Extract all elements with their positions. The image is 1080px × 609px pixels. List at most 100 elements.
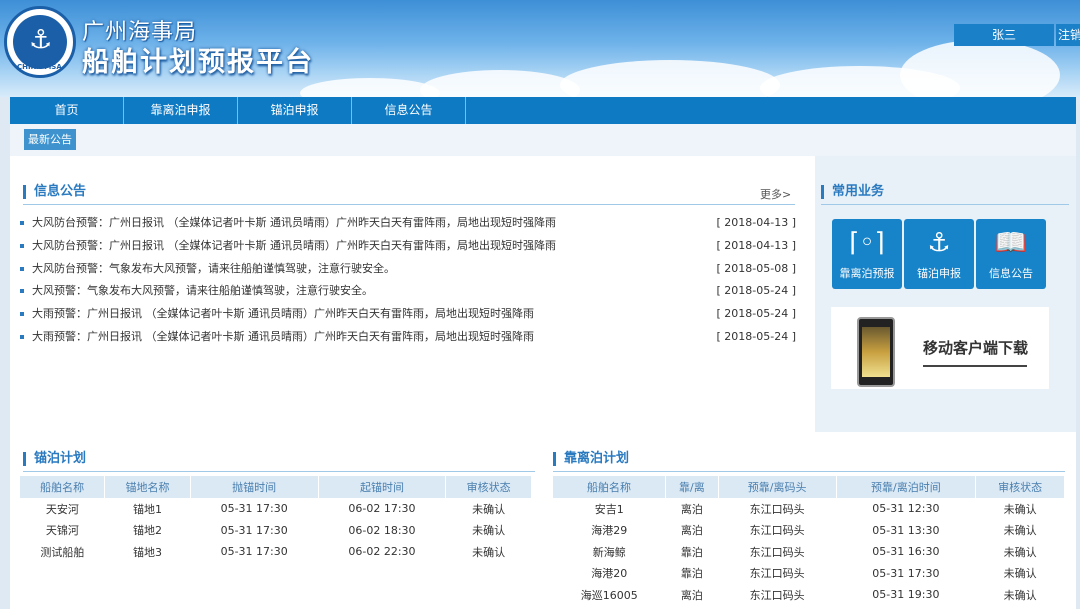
app-download-text: 移动客户端下载 [923,339,1029,357]
services-panel: 常用业务 ⌈◦⌉ 靠离泊预报 ⚓ 锚泊申报 📖 信息公告 移动客户端下载 [815,156,1076,432]
column-header: 预靠/离码头 [718,476,837,498]
table-cell: 05-31 17:30 [220,502,288,516]
table-cell: 东江口码头 [749,524,805,538]
main-nav: 首页 靠离泊申报 锚泊申报 信息公告 [10,97,1076,124]
sub-bar: 最新公告 [10,124,1076,156]
user-name[interactable]: 张三 [954,24,1054,46]
table-cell: 未确认 [472,502,506,516]
table-cell: 新海鲸 [592,545,626,559]
bullet-icon [20,243,24,248]
table-row[interactable]: 天安河 锚地1 05-31 17:30 06-02 17:30 未确认 [20,498,532,520]
service-berth-forecast[interactable]: ⌈◦⌉ 靠离泊预报 [832,219,902,289]
news-text: 大风防台预警：气象发布大风预警，请来往船舶谨慎驾驶，注意行驶安全。 [32,261,395,275]
table-cell: 未确认 [472,545,506,559]
msa-logo: ⚓ CHINA MSA [4,6,76,78]
column-header: 审核状态 [975,476,1065,498]
table-cell: 锚地3 [132,545,162,559]
table-cell: 天安河 [45,502,79,516]
news-item[interactable]: 大风防台预警：广州日报讯 （全媒体记者叶卡斯 通讯员晴雨）广州昨天白天有雷阵雨，… [20,235,796,257]
berth-icon: ⌈◦⌉ [849,228,885,258]
service-anchor-declare[interactable]: ⚓ 锚泊申报 [904,219,974,289]
news-item[interactable]: 大雨预警：广州日报讯 （全媒体记者叶卡斯 通讯员晴雨）广州昨天白天有雷阵雨，局地… [20,303,796,325]
nav-home[interactable]: 首页 [10,97,124,124]
news-section-title: 信息公告 [23,185,86,199]
cloud-decoration [900,40,1060,97]
divider [23,204,795,205]
header-banner: ⚓ CHINA MSA 广州海事局 船舶计划预报平台 张三 注销 [0,0,1080,97]
news-text: 大风防台预警：广州日报讯 （全媒体记者叶卡斯 通讯员晴雨）广州昨天白天有雷阵雨，… [32,216,556,229]
service-label: 锚泊申报 [917,267,961,280]
table-row[interactable]: 海港29 离泊 东江口码头 05-31 13:30 未确认 [553,520,1065,542]
phone-icon [857,317,895,387]
table-cell: 海港20 [591,567,628,581]
anchor-plan-title: 锚泊计划 [23,452,86,466]
logo-emblem: ⚓ [13,15,67,69]
column-header: 起锚时间 [318,476,447,498]
table-cell: 05-31 13:30 [872,523,940,537]
table-cell: 未确认 [1003,567,1037,581]
table-cell: 离泊 [680,524,703,538]
column-header: 船舶名称 [553,476,666,498]
table-cell: 06-02 18:30 [348,523,416,537]
table-cell: 海巡16005 [580,588,638,602]
platform-title: 船舶计划预报平台 [82,47,314,78]
table-cell: 未确认 [1003,588,1037,602]
news-date: [ 2018-05-08 ] [716,261,796,275]
news-item[interactable]: 大风防台预警：气象发布大风预警，请来往船舶谨慎驾驶，注意行驶安全。 [ 2018-… [20,258,796,280]
table-cell: 东江口码头 [749,502,805,516]
nav-announcements[interactable]: 信息公告 [352,97,466,124]
tab-latest-news[interactable]: 最新公告 [24,129,76,150]
table-cell: 05-31 17:30 [220,523,288,537]
table-cell: 测试船舶 [40,545,85,559]
nav-anchor-declare[interactable]: 锚泊申报 [238,97,352,124]
table-cell: 东江口码头 [749,588,805,602]
news-date: [ 2018-05-24 ] [716,330,796,343]
table-cell: 东江口码头 [749,545,805,559]
table-cell: 05-31 17:30 [872,566,940,580]
table-cell: 未确认 [1003,524,1037,538]
news-date: [ 2018-04-13 ] [716,216,796,229]
news-date: [ 2018-05-24 ] [716,284,796,298]
table-cell: 离泊 [680,502,703,516]
more-link[interactable]: 更多> [760,186,791,202]
news-date: [ 2018-05-24 ] [716,307,796,321]
column-header: 预靠/离泊时间 [836,476,977,498]
table-cell: 未确认 [1003,545,1037,559]
table-cell: 锚地2 [132,524,162,538]
news-item[interactable]: 大风预警：气象发布大风预警，请来往船舶谨慎驾驶，注意行驶安全。 [ 2018-05… [20,280,796,302]
news-date: [ 2018-04-13 ] [716,238,796,252]
news-item[interactable]: 大风防台预警：广州日报讯 （全媒体记者叶卡斯 通讯员晴雨）广州昨天白天有雷阵雨，… [20,212,796,234]
cloud-decoration [560,60,780,97]
divider [923,365,1027,367]
table-row[interactable]: 海巡16005 离泊 东江口码头 05-31 19:30 未确认 [553,584,1065,606]
service-label: 靠离泊预报 [839,267,895,280]
column-header: 靠/离 [665,476,719,498]
book-icon: 📖 [994,228,1028,258]
table-cell: 未确认 [472,524,506,538]
divider [821,204,1069,205]
app-download-banner[interactable]: 移动客户端下载 [831,307,1049,389]
divider [23,471,535,472]
table-row[interactable]: 天锦河 锚地2 05-31 17:30 06-02 18:30 未确认 [20,520,532,542]
news-text: 大风预警：气象发布大风预警，请来往船舶谨慎驾驶，注意行驶安全。 [32,284,373,298]
table-cell: 05-31 16:30 [872,545,940,559]
logo-text: CHINA MSA [17,63,62,71]
bullet-icon [20,335,24,339]
nav-berth-declare[interactable]: 靠离泊申报 [124,97,238,124]
cloud-decoration [300,78,440,97]
bullet-icon [20,289,24,294]
table-row[interactable]: 安吉1 离泊 东江口码头 05-31 12:30 未确认 [553,498,1065,520]
table-row[interactable]: 海港20 靠泊 东江口码头 05-31 17:30 未确认 [553,563,1065,585]
table-cell: 天锦河 [45,524,79,538]
column-header: 审核状态 [445,476,532,498]
logout-button[interactable]: 注销 [1056,24,1080,46]
anchor-plan-table: 船舶名称 锚地名称 抛锚时间 起锚时间 审核状态 天安河 锚地1 05-31 17:30 06… [20,476,532,563]
divider [553,471,1065,472]
service-announcements[interactable]: 📖 信息公告 [976,219,1046,289]
table-cell: 锚地1 [132,502,162,516]
news-item[interactable]: 大雨预警：广州日报讯 （全媒体记者叶卡斯 通讯员晴雨）广州昨天白天有雷阵雨，局地… [20,326,796,348]
anchor-icon: ⚓ [927,228,951,258]
table-row[interactable]: 测试船舶 锚地3 05-31 17:30 06-02 22:30 未确认 [20,541,532,563]
table-row[interactable]: 新海鲸 靠泊 东江口码头 05-31 16:30 未确认 [553,541,1065,563]
anchor-icon: ⚓ [29,25,53,55]
